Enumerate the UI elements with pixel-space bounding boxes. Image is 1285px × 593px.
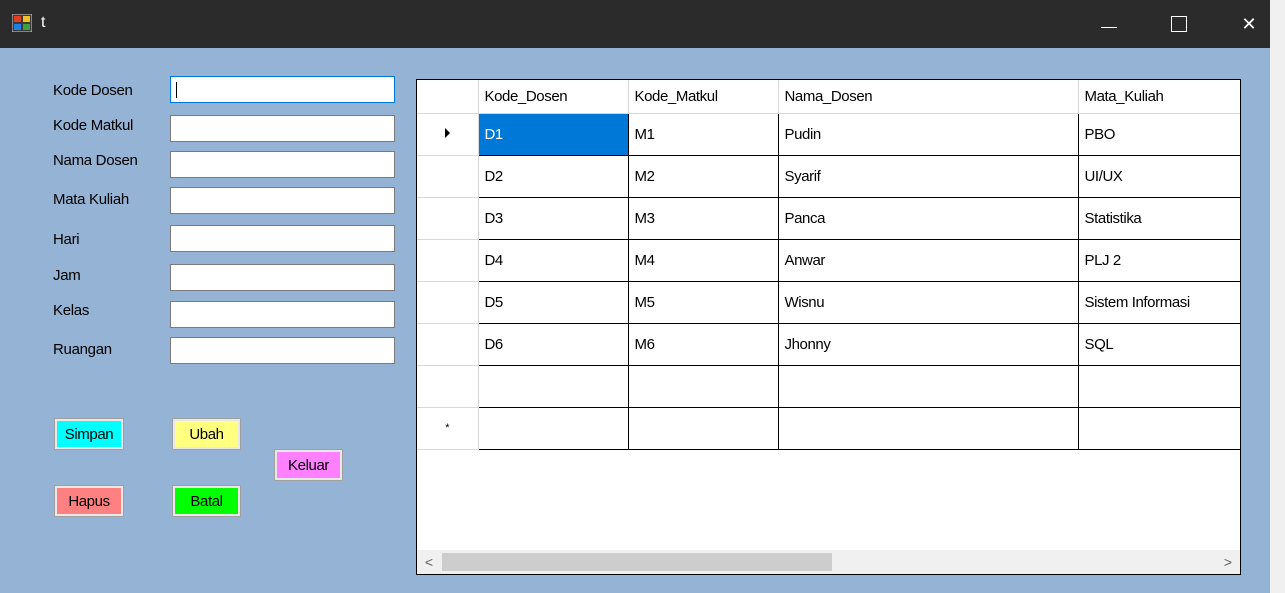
hapus-button[interactable]: Hapus bbox=[54, 485, 124, 517]
table-cell[interactable]: Jhonny bbox=[778, 323, 1079, 366]
close-icon: ✕ bbox=[1241, 13, 1257, 34]
table-cell[interactable]: Statistika bbox=[1078, 197, 1240, 240]
window-edge bbox=[1270, 0, 1285, 593]
column-header-kode-dosen[interactable]: Kode_Dosen bbox=[478, 80, 629, 114]
table-row[interactable] bbox=[417, 365, 1240, 408]
horizontal-scrollbar[interactable]: < > bbox=[417, 550, 1240, 574]
row-header[interactable] bbox=[417, 281, 479, 324]
table-cell[interactable]: PLJ 2 bbox=[1078, 239, 1240, 282]
grid-table: Kode_Dosen Kode_Matkul Nama_Dosen Mata_K… bbox=[417, 80, 1240, 450]
table-cell[interactable]: M5 bbox=[628, 281, 779, 324]
text-caret bbox=[176, 82, 177, 98]
column-header-nama-dosen[interactable]: Nama_Dosen bbox=[778, 80, 1079, 114]
table-cell[interactable]: Panca bbox=[778, 197, 1079, 240]
table-cell[interactable]: M1 bbox=[628, 113, 779, 156]
scroll-thumb[interactable] bbox=[442, 553, 832, 571]
label-kelas: Kelas bbox=[53, 302, 90, 319]
table-cell[interactable] bbox=[1078, 365, 1240, 408]
row-header[interactable] bbox=[417, 323, 479, 366]
label-nama-dosen: Nama Dosen bbox=[53, 152, 138, 169]
table-cell[interactable]: D2 bbox=[478, 155, 629, 198]
table-cell[interactable] bbox=[778, 407, 1079, 450]
table-cell[interactable]: D6 bbox=[478, 323, 629, 366]
table-cell[interactable]: SQL bbox=[1078, 323, 1240, 366]
kode-dosen-input[interactable] bbox=[170, 76, 395, 103]
title-bar[interactable]: t ✕ bbox=[0, 0, 1285, 48]
row-header[interactable] bbox=[417, 365, 479, 408]
grid-corner-header[interactable] bbox=[417, 80, 479, 114]
row-header[interactable] bbox=[417, 197, 479, 240]
window-title: t bbox=[41, 14, 46, 31]
mata-kuliah-input[interactable] bbox=[170, 187, 395, 214]
table-cell[interactable]: D3 bbox=[478, 197, 629, 240]
minimize-button[interactable] bbox=[1074, 0, 1144, 48]
simpan-button[interactable]: Simpan bbox=[54, 418, 124, 450]
table-cell[interactable]: M3 bbox=[628, 197, 779, 240]
table-cell[interactable]: Wisnu bbox=[778, 281, 1079, 324]
minimize-icon bbox=[1101, 26, 1117, 28]
table-cell[interactable]: D4 bbox=[478, 239, 629, 282]
label-mata-kuliah: Mata Kuliah bbox=[53, 191, 129, 208]
table-cell[interactable] bbox=[628, 365, 779, 408]
table-row[interactable]: D4 M4 Anwar PLJ 2 bbox=[417, 239, 1240, 282]
label-hari: Hari bbox=[53, 231, 80, 248]
table-cell[interactable]: Pudin bbox=[778, 113, 1079, 156]
table-cell[interactable]: Anwar bbox=[778, 239, 1079, 282]
data-grid[interactable]: Kode_Dosen Kode_Matkul Nama_Dosen Mata_K… bbox=[416, 79, 1241, 575]
batal-button[interactable]: Batal bbox=[172, 485, 241, 517]
table-cell[interactable]: M6 bbox=[628, 323, 779, 366]
row-header[interactable] bbox=[417, 239, 479, 282]
label-kode-matkul: Kode Matkul bbox=[53, 117, 134, 134]
nama-dosen-input[interactable] bbox=[170, 151, 395, 178]
table-cell[interactable]: M2 bbox=[628, 155, 779, 198]
table-cell[interactable] bbox=[1078, 407, 1240, 450]
jam-input[interactable] bbox=[170, 264, 395, 291]
table-cell[interactable]: D5 bbox=[478, 281, 629, 324]
table-cell[interactable] bbox=[478, 407, 629, 450]
new-row-marker: * bbox=[417, 407, 479, 450]
maximize-icon bbox=[1171, 16, 1187, 32]
table-row[interactable]: D1 M1 Pudin PBO bbox=[417, 113, 1240, 156]
hari-input[interactable] bbox=[170, 225, 395, 252]
column-header-kode-matkul[interactable]: Kode_Matkul bbox=[628, 80, 779, 114]
table-cell[interactable]: Sistem Informasi bbox=[1078, 281, 1240, 324]
table-row[interactable]: D3 M3 Panca Statistika bbox=[417, 197, 1240, 240]
label-kode-dosen: Kode Dosen bbox=[53, 82, 133, 99]
scroll-right-icon[interactable]: > bbox=[1216, 550, 1240, 574]
label-ruangan: Ruangan bbox=[53, 341, 112, 358]
new-row[interactable]: * bbox=[417, 407, 1240, 450]
table-cell[interactable]: Syarif bbox=[778, 155, 1079, 198]
scroll-left-icon[interactable]: < bbox=[417, 550, 441, 574]
table-cell[interactable]: UI/UX bbox=[1078, 155, 1240, 198]
current-row-arrow-icon bbox=[444, 127, 450, 138]
ubah-button[interactable]: Ubah bbox=[172, 418, 241, 450]
table-cell[interactable] bbox=[778, 365, 1079, 408]
grid-header-row: Kode_Dosen Kode_Matkul Nama_Dosen Mata_K… bbox=[417, 80, 1240, 114]
main-window: t ✕ Kode Dosen Kode Matkul Nama Dosen Ma… bbox=[0, 0, 1285, 593]
column-header-mata-kuliah[interactable]: Mata_Kuliah bbox=[1078, 80, 1240, 114]
form-app-icon bbox=[12, 14, 32, 32]
row-header[interactable] bbox=[417, 155, 479, 198]
table-row[interactable]: D2 M2 Syarif UI/UX bbox=[417, 155, 1240, 198]
ruangan-input[interactable] bbox=[170, 337, 395, 364]
table-cell[interactable]: D1 bbox=[478, 113, 629, 156]
label-jam: Jam bbox=[53, 267, 81, 284]
maximize-button[interactable] bbox=[1144, 0, 1214, 48]
table-cell[interactable]: PBO bbox=[1078, 113, 1240, 156]
table-row[interactable]: D6 M6 Jhonny SQL bbox=[417, 323, 1240, 366]
kelas-input[interactable] bbox=[170, 301, 395, 328]
kode-matkul-input[interactable] bbox=[170, 115, 395, 142]
table-cell[interactable] bbox=[478, 365, 629, 408]
keluar-button[interactable]: Keluar bbox=[274, 449, 343, 481]
table-cell[interactable] bbox=[628, 407, 779, 450]
table-cell[interactable]: M4 bbox=[628, 239, 779, 282]
row-header[interactable] bbox=[417, 113, 479, 156]
table-row[interactable]: D5 M5 Wisnu Sistem Informasi bbox=[417, 281, 1240, 324]
